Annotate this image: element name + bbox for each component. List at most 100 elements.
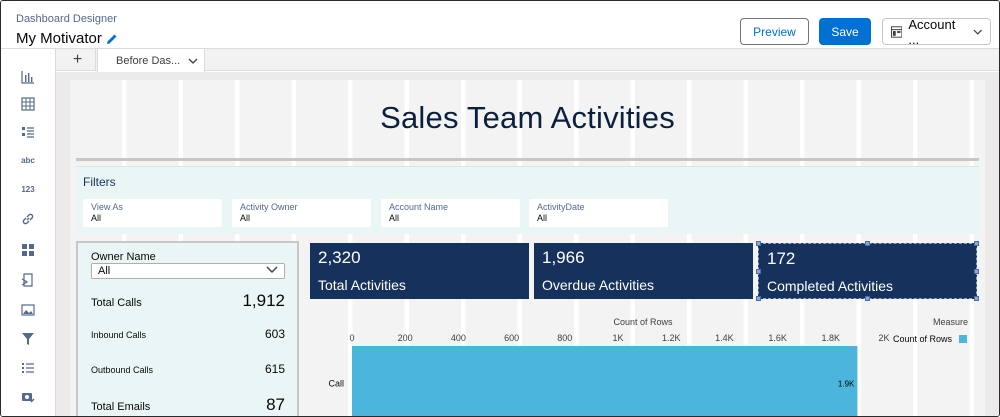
filter-icon[interactable] — [20, 331, 36, 347]
link-icon[interactable] — [20, 211, 36, 227]
metric-inbound-calls: Inbound Calls 603 — [91, 327, 285, 341]
bar — [352, 346, 858, 416]
owner-name-label: Owner Name — [91, 251, 156, 263]
dashboard-name[interactable]: My Motivator — [16, 30, 118, 47]
filter-activity-date[interactable]: ActivityDate All — [529, 199, 668, 227]
x-tick-label: 800 — [557, 333, 572, 343]
kpi-value: 1,966 — [542, 248, 585, 267]
metric-value: 615 — [264, 362, 285, 376]
image-icon[interactable] — [20, 302, 36, 318]
tab-label: Before Das... — [116, 54, 181, 67]
x-tick-label: 1.6K — [768, 333, 787, 343]
filters-label: Filters — [83, 175, 116, 189]
filter-label: Account Name — [389, 202, 449, 212]
kpi-label: Completed Activities — [767, 278, 894, 294]
add-page-button[interactable]: + — [60, 49, 96, 71]
kpi-completed-activities[interactable]: 172 Completed Activities — [756, 241, 979, 301]
x-axis-title: Count of Rows — [613, 317, 673, 327]
x-tick-label: 1.2K — [662, 333, 681, 343]
widget-toolbar: abc 123 — [1, 49, 56, 416]
filter-label: Activity Owner — [240, 202, 298, 212]
kpi-value: 2,320 — [318, 248, 361, 267]
filter-label: ActivityDate — [537, 202, 585, 212]
account-dropdown-label: Account ... — [908, 16, 956, 47]
bar-chart-icon[interactable] — [20, 69, 36, 85]
title-divider — [76, 158, 979, 161]
save-button[interactable]: Save — [819, 18, 871, 45]
metric-outbound-calls: Outbound Calls 615 — [91, 362, 285, 376]
bar-chart: Count of Rows 0 200 400 600 800 1K 1.2K 1.4K 1.6K… — [328, 317, 968, 416]
x-tick-label: 600 — [504, 333, 519, 343]
kpi-label: Overdue Activities — [542, 277, 655, 293]
x-tick-label: 1.4K — [715, 333, 734, 343]
header: Dashboard Designer My Motivator Preview … — [1, 1, 999, 49]
metric-label: Inbound Calls — [91, 330, 147, 340]
preview-button[interactable]: Preview — [740, 18, 809, 45]
metric-total-calls: Total Calls 1,912 — [91, 291, 285, 311]
legend-swatch — [959, 335, 967, 343]
embed-icon[interactable] — [20, 272, 36, 288]
filter-value: All — [240, 213, 251, 223]
kpi-value: 172 — [767, 249, 796, 268]
container-icon[interactable] — [20, 242, 36, 258]
resize-handle[interactable] — [974, 296, 979, 301]
filter-value: All — [537, 213, 548, 223]
x-tick-label: 1.8K — [822, 333, 841, 343]
filter-value: All — [389, 213, 400, 223]
chevron-down-icon[interactable] — [188, 58, 198, 64]
resize-handle[interactable] — [865, 241, 870, 246]
filter-value: All — [91, 213, 102, 223]
filter-activity-owner[interactable]: Activity Owner All — [232, 199, 371, 227]
resize-handle[interactable] — [756, 269, 761, 274]
x-tick-label: 200 — [398, 333, 413, 343]
metric-value: 1,912 — [242, 291, 285, 310]
dashboard-name-text: My Motivator — [16, 30, 102, 47]
kpi-overdue-activities[interactable]: 1,966 Overdue Activities — [534, 243, 753, 299]
owner-name-select[interactable]: All — [91, 263, 285, 279]
page-tabs: + Before Das... — [56, 49, 999, 72]
sync-icon[interactable] — [20, 389, 36, 405]
legend-title: Measure — [933, 317, 968, 327]
filter-account-name[interactable]: Account Name All — [381, 199, 520, 227]
kpi-total-activities[interactable]: 2,320 Total Activities — [310, 243, 529, 299]
app-title: Dashboard Designer — [16, 13, 117, 25]
metric-total-emails: Total Emails 87 — [91, 395, 285, 415]
pencil-icon[interactable] — [106, 33, 118, 45]
list-icon[interactable] — [20, 124, 36, 140]
metric-label: Total Calls — [91, 297, 142, 309]
metric-value: 603 — [264, 327, 285, 341]
filter-view-as[interactable]: View As All — [83, 199, 222, 227]
app-frame: Dashboard Designer My Motivator Preview … — [0, 0, 1000, 417]
bar-chart-widget[interactable]: Count of Rows 0 200 400 600 800 1K 1.2K 1.4K 1.6K… — [304, 310, 985, 416]
list-selector-icon[interactable] — [20, 360, 36, 376]
resize-handle[interactable] — [756, 241, 761, 246]
x-tick-label: 0 — [349, 333, 354, 343]
resize-handle[interactable] — [974, 241, 979, 246]
resize-handle[interactable] — [974, 269, 979, 274]
chevron-down-icon — [266, 266, 278, 273]
resize-handle[interactable] — [865, 296, 870, 301]
x-tick-label: 2K — [878, 333, 889, 343]
table-icon[interactable] — [20, 96, 36, 112]
text-icon[interactable]: abc — [18, 152, 38, 168]
account-dropdown[interactable]: Account ... — [882, 16, 991, 47]
owner-select-value: All — [98, 265, 111, 277]
number-icon[interactable]: 123 — [18, 181, 38, 197]
dashboard-title: Sales Team Activities — [380, 100, 675, 135]
kpi-label: Total Activities — [318, 277, 406, 293]
title-widget[interactable]: Sales Team Activities — [70, 84, 985, 152]
owner-panel[interactable]: Owner Name All Total Calls 1,912 Inbound… — [76, 241, 299, 416]
filter-label: View As — [91, 202, 123, 212]
resize-handle[interactable] — [756, 296, 761, 301]
tab-before-dashboard[interactable]: Before Das... — [97, 49, 205, 72]
filters-panel: Filters View As All Activity Owner All A… — [76, 166, 979, 234]
metric-label: Total Emails — [91, 401, 151, 413]
bar-value-label: 1.9K — [838, 380, 855, 389]
dashboard-canvas: Sales Team Activities Filters View As Al… — [56, 72, 999, 416]
legend-entry: Count of Rows — [893, 334, 953, 344]
chevron-down-icon — [973, 29, 982, 35]
x-tick-label: 1K — [612, 333, 623, 343]
category-label: Call — [328, 379, 344, 389]
dashboard-grid: Sales Team Activities Filters View As Al… — [70, 80, 985, 416]
dashboard-icon — [891, 25, 903, 38]
